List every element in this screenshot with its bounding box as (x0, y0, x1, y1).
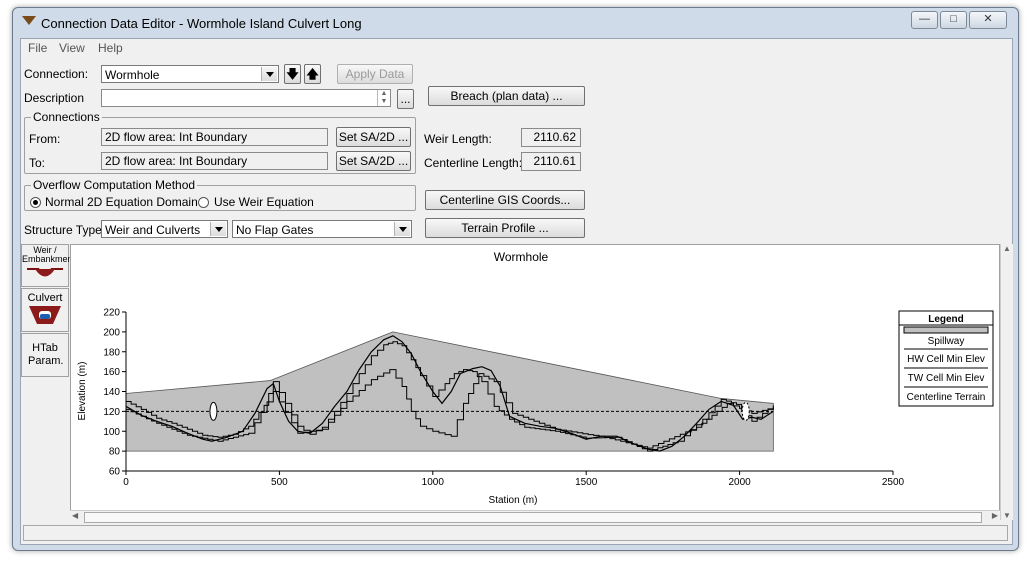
x-tick-label: 1000 (422, 477, 445, 488)
y-tick-label: 160 (103, 367, 120, 378)
x-tick-label: 2500 (882, 477, 905, 488)
centerline-length-label: Centerline Length: (424, 156, 523, 170)
legend-entry-hw: HW Cell Min Elev (907, 354, 985, 365)
weir-equation-radio[interactable] (198, 197, 209, 208)
menu-help[interactable]: Help (98, 41, 123, 55)
tab-culvert-label: Culvert (27, 292, 63, 304)
y-tick-label: 60 (109, 467, 121, 478)
normal-2d-radio[interactable] (30, 197, 41, 208)
legend-title: Legend (928, 314, 964, 325)
connection-select-value: Wormhole (105, 68, 160, 82)
description-input[interactable] (101, 89, 391, 107)
legend-swatch-spillway (903, 326, 989, 334)
title-bar[interactable]: Connection Data Editor - Wormhole Island… (13, 8, 1018, 36)
to-label: To: (29, 156, 46, 170)
chevron-down-icon (261, 67, 277, 81)
culvert-opening (209, 401, 218, 421)
y-tick-label: 220 (103, 308, 120, 319)
description-label: Description (24, 91, 85, 105)
y-tick-label: 120 (103, 407, 120, 418)
culvert-opening (741, 401, 750, 421)
set-to-button[interactable]: Set SA/2D ... (336, 151, 411, 171)
structure-type-value: Weir and Culverts (105, 223, 201, 237)
menu-view[interactable]: View (59, 41, 85, 55)
app-icon (22, 16, 36, 25)
tab-htab-label: HTab Param. (28, 342, 64, 367)
x-tick-label: 500 (271, 477, 288, 488)
window-title: Connection Data Editor - Wormhole Island… (41, 16, 362, 31)
chevron-down-icon (210, 222, 226, 236)
scroll-up-icon[interactable]: ▲ (1001, 244, 1013, 253)
structure-type-label: Structure Type: (24, 223, 106, 237)
connections-group-title: Connections (31, 110, 102, 124)
centerline-gis-coords-button[interactable]: Centerline GIS Coords... (425, 190, 585, 210)
weir-length-value: 2110.62 (521, 128, 581, 147)
client-area: File View Help Connection: Wormhole 🡇 🡅 … (20, 38, 1013, 545)
chart-title: Wormhole (494, 250, 549, 264)
to-field: 2D flow area: Int Boundary (101, 152, 328, 170)
set-from-button[interactable]: Set SA/2D ... (336, 127, 411, 147)
tab-culvert[interactable]: Culvert (21, 288, 69, 332)
x-tick-label: 2000 (728, 477, 751, 488)
from-label: From: (29, 132, 61, 146)
legend-entry-terrain: Centerline Terrain (907, 392, 986, 403)
weir-icon (27, 268, 63, 277)
scroll-down-icon[interactable]: ▼ (1001, 511, 1013, 520)
overflow-method-title: Overflow Computation Method (31, 178, 198, 192)
culvert-icon (29, 306, 61, 324)
horizontal-scrollbar[interactable]: ◀ ▶ (70, 510, 1000, 523)
description-spinner[interactable]: ▲ ▼ (377, 90, 390, 106)
tab-htab-params[interactable]: HTab Param. (21, 333, 69, 377)
profile-plot[interactable]: Wormhole 0 500 1000 1500 2000 2500 60 80 100 120 1… (70, 244, 1000, 520)
y-tick-label: 80 (109, 447, 121, 458)
minimize-icon[interactable]: — (911, 11, 938, 29)
structure-type-select[interactable]: Weir and Culverts (101, 220, 228, 238)
connection-data-editor-window: Connection Data Editor - Wormhole Island… (12, 7, 1019, 551)
chevron-down-icon (394, 222, 410, 236)
from-field: 2D flow area: Int Boundary (101, 128, 328, 146)
tab-weir-embankment[interactable]: Weir / Embankment (21, 244, 76, 287)
terrain-profile-button[interactable]: Terrain Profile ... (425, 218, 585, 238)
vertical-scrollbar[interactable]: ▲ ▼ (1000, 244, 1013, 520)
description-more-button[interactable]: ... (397, 89, 414, 109)
profile-chart: Wormhole 0 500 1000 1500 2000 2500 60 80 100 120 1… (77, 250, 994, 506)
weir-length-label: Weir Length: (424, 132, 492, 146)
weir-equation-label: Use Weir Equation (214, 195, 314, 209)
flap-gates-value: No Flap Gates (236, 223, 314, 237)
legend-entry-tw: TW Cell Min Elev (908, 373, 985, 384)
y-tick-label: 100 (103, 427, 120, 438)
breach-plan-data-button[interactable]: Breach (plan data) ... (428, 86, 585, 106)
scroll-right-icon[interactable]: ▶ (992, 511, 998, 520)
connection-select[interactable]: Wormhole (101, 65, 279, 83)
restore-icon[interactable]: □ (940, 11, 967, 29)
y-tick-label: 200 (103, 327, 120, 338)
spillway-area (125, 331, 774, 452)
y-tick-label: 140 (103, 387, 120, 398)
status-bar (23, 525, 1008, 541)
x-tick-label: 0 (123, 477, 129, 488)
x-axis-label: Station (m) (489, 495, 538, 506)
scroll-thumb[interactable] (84, 512, 982, 523)
normal-2d-label: Normal 2D Equation Domain (45, 195, 198, 209)
move-down-button[interactable]: 🡇 (284, 64, 301, 84)
y-tick-label: 180 (103, 347, 120, 358)
flap-gates-select[interactable]: No Flap Gates (232, 220, 412, 238)
scroll-left-icon[interactable]: ◀ (72, 511, 78, 520)
y-axis-label: Elevation (m) (77, 362, 88, 421)
centerline-length-value: 2110.61 (521, 152, 581, 171)
x-tick-label: 1500 (575, 477, 598, 488)
legend-entry-spillway: Spillway (928, 336, 965, 347)
move-up-button[interactable]: 🡅 (304, 64, 321, 84)
connection-label: Connection: (24, 67, 89, 81)
menu-file[interactable]: File (28, 41, 47, 55)
tab-weir-label: Weir / Embankment (22, 245, 76, 264)
apply-data-button[interactable]: Apply Data (337, 64, 413, 84)
close-icon[interactable]: ✕ (969, 11, 1007, 29)
menu-bar: File View Help (21, 39, 1012, 57)
chart-legend: Legend Spillway HW Cell Min Elev TW Cell… (898, 310, 994, 407)
